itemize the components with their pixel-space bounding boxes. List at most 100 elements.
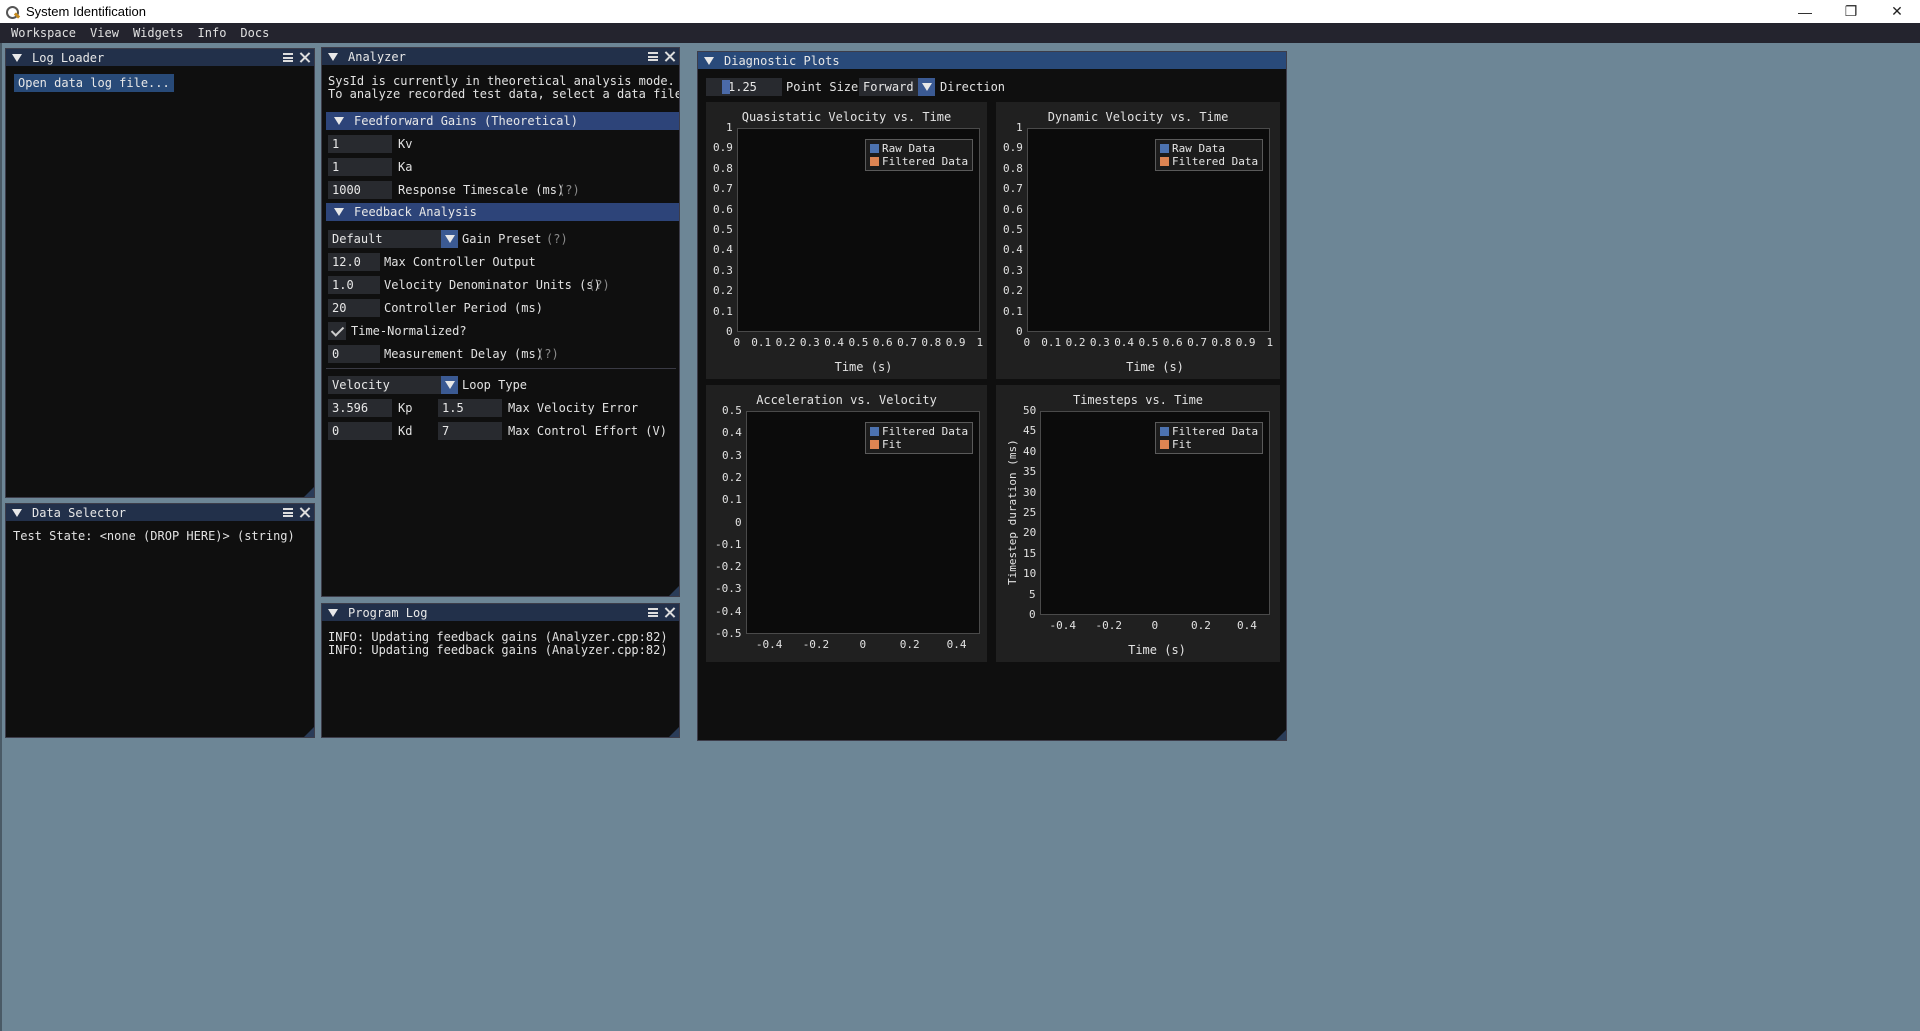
response-timescale-input[interactable]: 1000 [328, 181, 392, 199]
y-tick-label: 10 [1023, 567, 1037, 581]
menu-info[interactable]: Info [191, 26, 234, 40]
y-tick-label: 0.1 [713, 304, 733, 318]
chevron-down-icon[interactable] [918, 78, 935, 96]
resize-grip-icon[interactable] [669, 586, 679, 596]
close-icon[interactable] [299, 507, 310, 518]
velocity-denominator-label: Velocity Denominator Units (s) [384, 278, 601, 292]
point-size-slider[interactable]: 1.25 [706, 78, 782, 96]
menu-view[interactable]: View [83, 26, 126, 40]
legend-label: Raw Data [882, 142, 935, 155]
minimize-button[interactable]: — [1782, 0, 1828, 23]
gain-preset-select[interactable]: Default [328, 230, 458, 248]
y-tick-label: 0.4 [1003, 243, 1023, 257]
plot-legend[interactable]: Raw Data Filtered Data [1155, 139, 1264, 171]
panel-menu-icon[interactable] [648, 608, 658, 617]
loop-type-label: Loop Type [462, 378, 528, 392]
x-tick-label: 1 [1266, 336, 1274, 349]
mode-info-line: To analyze recorded test data, select a … [328, 87, 680, 101]
panel-menu-icon[interactable] [283, 53, 293, 62]
panel-menu-icon[interactable] [283, 508, 293, 517]
help-tooltip-icon[interactable]: (?) [588, 278, 610, 292]
resize-grip-icon[interactable] [1276, 730, 1286, 740]
ka-input[interactable]: 1 [328, 158, 392, 176]
help-tooltip-icon[interactable]: (?) [537, 347, 559, 361]
plot-timesteps-time[interactable]: Timesteps vs. Time Filtered Data Fit Tim… [996, 385, 1280, 662]
max-controller-output-input[interactable]: 12.0 [328, 253, 380, 271]
close-icon[interactable] [664, 51, 675, 62]
collapse-arrow-icon[interactable] [12, 53, 22, 62]
legend-swatch [870, 144, 879, 153]
measurement-delay-input[interactable]: 0 [328, 345, 380, 363]
menu-widgets[interactable]: Widgets [126, 26, 191, 40]
plot-quasistatic-velocity[interactable]: Quasistatic Velocity vs. Time Raw Data F… [706, 102, 987, 379]
y-tick-label: 0.7 [713, 182, 733, 196]
close-window-button[interactable]: ✕ [1874, 0, 1920, 23]
y-tick-label: 0.3 [1003, 263, 1023, 277]
menu-docs[interactable]: Docs [233, 26, 276, 40]
slider-grab-handle[interactable] [722, 80, 730, 94]
feedforward-section-header[interactable]: Feedforward Gains (Theoretical) [326, 112, 679, 130]
chevron-down-icon[interactable] [441, 376, 458, 394]
legend-label: Filtered Data [882, 155, 969, 168]
help-tooltip-icon[interactable]: (?) [546, 232, 568, 246]
legend-entry[interactable]: Filtered Data [870, 425, 968, 438]
collapse-arrow-icon[interactable] [334, 117, 344, 125]
kd-input[interactable]: 0 [328, 422, 392, 440]
legend-label: Filtered Data [1172, 425, 1259, 438]
legend-entry[interactable]: Raw Data [870, 142, 968, 155]
plot-acceleration-velocity[interactable]: Acceleration vs. Velocity Filtered Data … [706, 385, 987, 662]
collapse-arrow-icon[interactable] [328, 52, 338, 61]
help-tooltip-icon[interactable]: (?) [558, 183, 580, 197]
program-log-titlebar[interactable]: Program Log [322, 604, 679, 621]
y-tick-label: 0.7 [1003, 182, 1023, 196]
legend-entry[interactable]: Fit [1160, 438, 1258, 451]
plot-legend[interactable]: Raw Data Filtered Data [865, 139, 974, 171]
close-icon[interactable] [664, 607, 675, 618]
collapse-arrow-icon[interactable] [704, 56, 714, 65]
collapse-arrow-icon[interactable] [12, 508, 22, 517]
collapse-arrow-icon[interactable] [328, 608, 338, 617]
restore-button[interactable]: ❐ [1828, 0, 1874, 23]
x-tick-label: -0.4 [755, 638, 783, 651]
legend-entry[interactable]: Raw Data [1160, 142, 1258, 155]
feedback-section-header[interactable]: Feedback Analysis [326, 203, 679, 221]
controller-period-input[interactable]: 20 [328, 299, 380, 317]
legend-entry[interactable]: Filtered Data [1160, 425, 1258, 438]
legend-entry[interactable]: Fit [870, 438, 968, 451]
max-controller-output-label: Max Controller Output [384, 255, 536, 269]
kv-input[interactable]: 1 [328, 135, 392, 153]
menu-workspace[interactable]: Workspace [4, 26, 83, 40]
resize-grip-icon[interactable] [304, 727, 314, 737]
open-log-file-button[interactable]: Open data log file... [14, 74, 174, 92]
kp-input[interactable]: 3.596 [328, 399, 392, 417]
collapse-arrow-icon[interactable] [334, 208, 344, 216]
legend-entry[interactable]: Filtered Data [1160, 155, 1258, 168]
plot-dynamic-velocity[interactable]: Dynamic Velocity vs. Time Raw Data Filte… [996, 102, 1280, 379]
plot-legend[interactable]: Filtered Data Fit [1155, 422, 1264, 454]
y-tick-label: 45 [1023, 424, 1037, 438]
resize-grip-icon[interactable] [669, 727, 679, 737]
data-selector-titlebar[interactable]: Data Selector [6, 504, 314, 521]
max-velocity-error-input[interactable]: 1.5 [438, 399, 502, 417]
test-state-drop-target[interactable]: Test State: <none (DROP HERE)> (string) [13, 529, 295, 543]
plot-legend[interactable]: Filtered Data Fit [865, 422, 974, 454]
x-tick-label: 0.9 [945, 336, 966, 349]
resize-grip-icon[interactable] [304, 487, 314, 497]
x-tick-label: 0.7 [1187, 336, 1207, 349]
y-tick-label: -0.5 [715, 627, 742, 640]
time-normalized-checkbox[interactable] [328, 322, 346, 340]
close-icon[interactable] [299, 52, 310, 63]
window-titlebar: System Identification — ❐ ✕ [0, 0, 1920, 23]
chevron-down-icon[interactable] [441, 230, 458, 248]
log-loader-titlebar[interactable]: Log Loader [6, 49, 314, 66]
diagnostic-plots-titlebar[interactable]: Diagnostic Plots [698, 52, 1286, 69]
max-control-effort-input[interactable]: 7 [438, 422, 502, 440]
legend-entry[interactable]: Filtered Data [870, 155, 968, 168]
loop-type-select[interactable]: Velocity [328, 376, 458, 394]
direction-select[interactable]: Forward [859, 78, 935, 96]
velocity-denominator-input[interactable]: 1.0 [328, 276, 380, 294]
x-tick-label: 0.4 [1114, 336, 1135, 349]
panel-menu-icon[interactable] [648, 52, 658, 61]
y-tick-label: 5 [1029, 587, 1036, 601]
analyzer-titlebar[interactable]: Analyzer [322, 48, 679, 65]
